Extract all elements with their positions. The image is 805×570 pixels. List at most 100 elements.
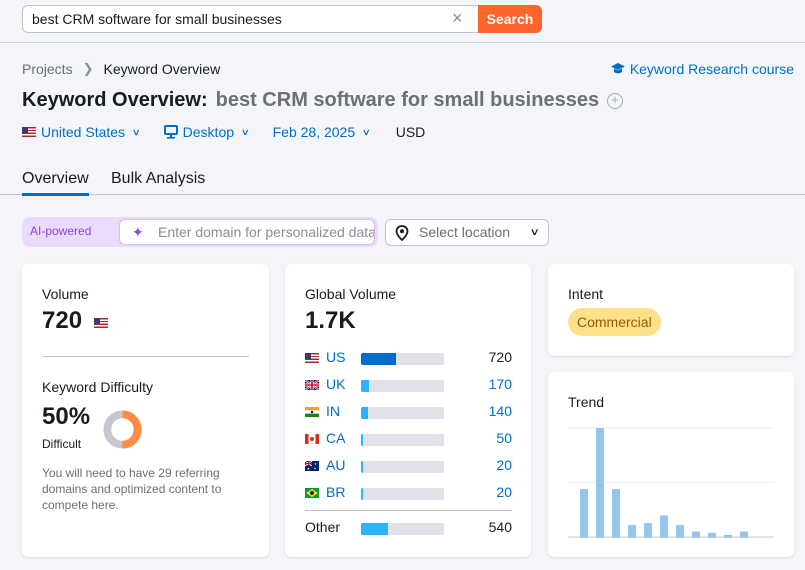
- country-code: CA: [326, 430, 346, 446]
- global-volume-label: Global Volume: [305, 286, 397, 302]
- volume-bar-track: [361, 380, 444, 392]
- intent-card: Intent Commercial: [548, 264, 794, 356]
- ai-powered-badge: AI-powered: [30, 224, 92, 238]
- breadcrumb-current: Keyword Overview: [103, 61, 221, 77]
- graduation-cap-icon: [610, 63, 625, 74]
- india-flag-icon: [305, 407, 319, 417]
- course-link-label: Keyword Research course: [629, 61, 794, 77]
- device-dropdown[interactable]: Desktop ∨: [163, 124, 250, 140]
- chevron-down-icon: ∨: [240, 126, 250, 137]
- trend-bar[interactable]: [580, 489, 588, 538]
- close-icon[interactable]: ×: [452, 7, 466, 31]
- country-volume[interactable]: 170: [489, 376, 512, 392]
- filters-bar: United States ∨ Desktop ∨ Feb 28, 2025 ∨…: [22, 124, 425, 140]
- country-code: IN: [326, 403, 340, 419]
- country-row-other: Other 540: [305, 519, 512, 537]
- trend-bar[interactable]: [676, 525, 684, 538]
- difficulty-level: Difficult: [42, 437, 82, 451]
- country-row-ca[interactable]: CA 50: [305, 430, 512, 448]
- chevron-down-icon: ∨: [131, 126, 141, 137]
- country-row-us[interactable]: US 720: [305, 349, 512, 367]
- keyword-difficulty-label: Keyword Difficulty: [42, 379, 154, 395]
- country-row-uk[interactable]: UK 170: [305, 376, 512, 394]
- location-placeholder: Select location: [419, 224, 511, 240]
- search-button[interactable]: Search: [478, 5, 542, 33]
- country-row-in[interactable]: IN 140: [305, 403, 512, 421]
- australia-flag-icon: [305, 461, 319, 471]
- tab-bulk-analysis[interactable]: Bulk Analysis: [111, 170, 205, 188]
- keyword-research-course-link[interactable]: Keyword Research course: [610, 61, 794, 77]
- trend-bar[interactable]: [724, 534, 732, 538]
- domain-input-placeholder: Enter domain for personalized data: [158, 224, 375, 240]
- volume-bar-track: [361, 434, 444, 446]
- keyword-search-input[interactable]: best CRM software for small businesses: [22, 5, 478, 33]
- us-flag-icon: [22, 127, 36, 137]
- currency-label: USD: [395, 124, 426, 140]
- trend-label: Trend: [568, 394, 605, 410]
- divider: [305, 510, 512, 511]
- breadcrumb: Projects ❯ Keyword Overview: [22, 61, 220, 77]
- volume-bar-fill: [361, 353, 396, 365]
- trend-bar[interactable]: [596, 428, 604, 538]
- us-flag-icon: [94, 318, 108, 328]
- volume-bar-track: [361, 407, 444, 419]
- tab-overview[interactable]: Overview: [22, 170, 89, 196]
- volume-bar-track: [361, 488, 444, 500]
- location-select[interactable]: Select location ∨: [385, 219, 549, 246]
- breadcrumb-projects[interactable]: Projects: [22, 61, 73, 77]
- volume-value: 720: [42, 307, 83, 334]
- country-volume[interactable]: 20: [496, 457, 512, 473]
- volume-bar-track: [361, 353, 444, 365]
- country-code: BR: [326, 484, 346, 500]
- global-volume-value: 1.7K: [305, 307, 356, 334]
- intent-badge: Commercial: [568, 308, 661, 336]
- country-row-au[interactable]: AU 20: [305, 457, 512, 475]
- volume-label: Volume: [42, 286, 89, 302]
- trend-chart: [568, 427, 774, 538]
- date-dropdown[interactable]: Feb 28, 2025 ∨: [272, 124, 371, 140]
- other-label: Other: [305, 519, 341, 535]
- page-title: Keyword Overview: best CRM software for …: [22, 89, 624, 112]
- uk-flag-icon: [305, 380, 319, 390]
- volume-bar-fill: [361, 434, 364, 446]
- country-dropdown[interactable]: United States ∨: [22, 124, 141, 140]
- volume-bar-fill: [361, 523, 388, 535]
- volume-bar-track: [361, 461, 444, 473]
- title-keyword: best CRM software for small businesses: [215, 89, 600, 111]
- country-label: United States: [41, 124, 126, 140]
- country-volume: 720: [488, 349, 512, 365]
- trend-bar[interactable]: [660, 515, 668, 538]
- volume-bar-fill: [361, 407, 368, 419]
- country-code: US: [326, 349, 346, 365]
- device-label: Desktop: [182, 124, 235, 140]
- domain-input[interactable]: ✦ Enter domain for personalized data: [119, 219, 375, 245]
- country-row-br[interactable]: BR 20: [305, 484, 512, 502]
- plus-circle-icon[interactable]: +: [607, 92, 624, 109]
- date-label: Feb 28, 2025: [272, 124, 356, 140]
- difficulty-donut: [103, 410, 142, 449]
- country-code: AU: [326, 457, 346, 473]
- top-search-bar: best CRM software for small businesses ×…: [0, 0, 805, 43]
- trend-bar[interactable]: [628, 525, 636, 538]
- volume-bar-fill: [361, 461, 364, 473]
- intent-label: Intent: [568, 286, 604, 302]
- country-volume[interactable]: 50: [496, 430, 512, 446]
- volume-bar-fill: [361, 488, 364, 500]
- tabs-bar: Overview Bulk Analysis: [0, 168, 805, 196]
- trend-bar[interactable]: [644, 522, 652, 538]
- country-volume[interactable]: 140: [489, 403, 512, 419]
- trend-bar[interactable]: [612, 489, 620, 538]
- keyword-difficulty-value: 50%: [42, 403, 91, 430]
- volume-bar-track: [361, 523, 444, 535]
- other-volume: 540: [488, 519, 512, 535]
- country-code: UK: [326, 376, 346, 392]
- us-flag-icon: [305, 353, 319, 363]
- volume-card: Volume 720 Keyword Difficulty 50% Diffic…: [22, 264, 269, 557]
- divider: [42, 356, 249, 357]
- title-prefix: Keyword Overview:: [22, 89, 208, 111]
- country-volume[interactable]: 20: [496, 484, 512, 500]
- global-volume-card: Global Volume 1.7K US 720 UK 170 IN 140 …: [285, 264, 531, 557]
- brazil-flag-icon: [305, 488, 319, 498]
- canada-flag-icon: [305, 434, 319, 444]
- chevron-down-icon: ∨: [529, 227, 540, 238]
